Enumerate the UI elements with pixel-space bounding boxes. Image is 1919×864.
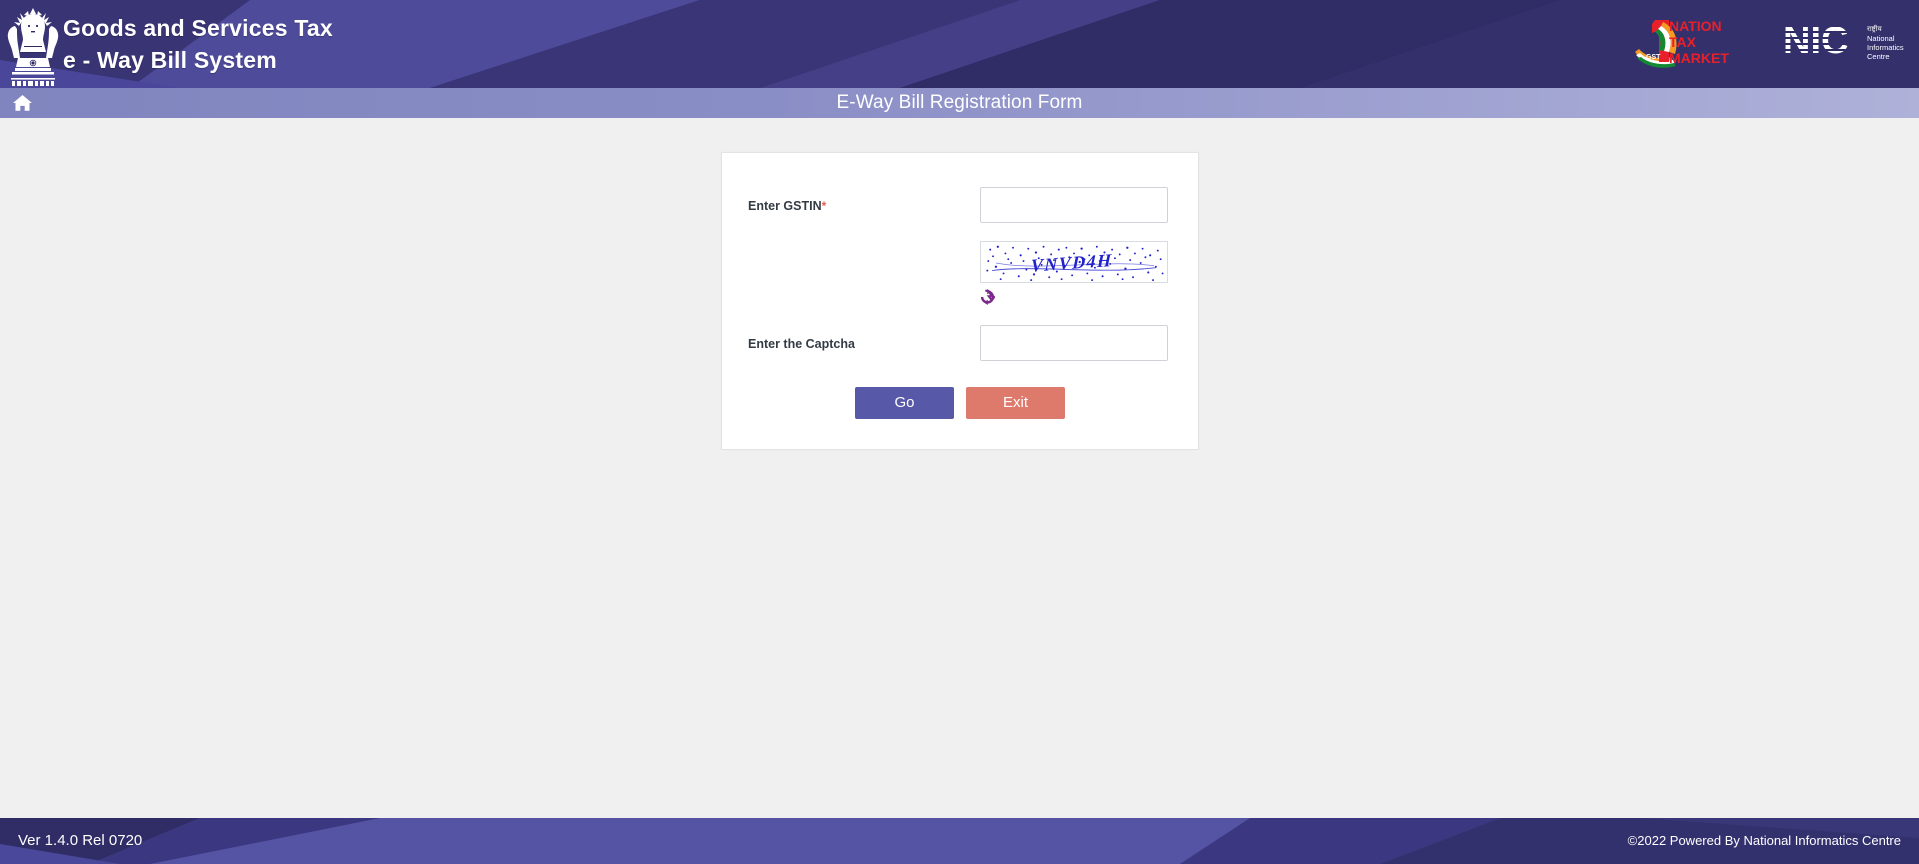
gstin-row: Enter GSTIN*: [722, 153, 1198, 223]
copyright-label: ©2022 Powered By National Informatics Ce…: [1627, 833, 1901, 848]
captcha-wrap: VNVD4H: [980, 241, 1172, 307]
gst-one-nation-one-tax-one-market-logo: GST NATION TAX MARKET: [1635, 18, 1729, 68]
app-header: Goods and Services Tax e - Way Bill Syst…: [0, 0, 1919, 88]
page-root: Goods and Services Tax e - Way Bill Syst…: [0, 0, 1919, 864]
form-actions: Go Exit: [722, 361, 1198, 449]
app-footer: Ver 1.4.0 Rel 0720 ©2022 Powered By Nati…: [0, 818, 1919, 864]
page-title: Goods and Services Tax e - Way Bill Syst…: [63, 12, 333, 76]
gst-logo-line2: TAX: [1669, 34, 1697, 50]
captcha-field-wrap: [980, 325, 1172, 361]
gstin-field-wrap: [980, 187, 1172, 223]
gst-logo-line1: NATION: [1669, 18, 1722, 34]
captcha-input[interactable]: [980, 325, 1168, 361]
captcha-image-row: VNVD4H: [722, 223, 1198, 307]
captcha-input-row: Enter the Captcha: [722, 307, 1198, 361]
national-emblem-icon: [7, 8, 59, 86]
gst-logo-line3: MARKET: [1669, 50, 1729, 66]
refresh-icon: [980, 289, 995, 305]
header-logos: GST NATION TAX MARKET NIC: [1633, 14, 1911, 70]
captcha-label: Enter the Captcha: [748, 337, 855, 351]
version-label: Ver 1.4.0 Rel 0720: [18, 832, 143, 849]
nic-logo-hindi: राष्ट्रीय: [1867, 24, 1883, 33]
nic-logo-line2: Informatics: [1867, 43, 1904, 52]
gstin-input[interactable]: [980, 187, 1168, 223]
home-button[interactable]: [0, 88, 44, 118]
captcha-image-spacer: [748, 241, 980, 250]
gstin-label-text: Enter GSTIN: [748, 199, 822, 213]
brand-line-2: e - Way Bill System: [63, 47, 277, 73]
gst-logo-gst-text: GST: [1646, 54, 1661, 61]
home-icon: [12, 94, 32, 111]
refresh-captcha-button[interactable]: [980, 287, 1002, 307]
main-content: Enter GSTIN* VNVD4H Enter the Captcha Go…: [0, 118, 1919, 818]
registration-form-card: Enter GSTIN* VNVD4H Enter the Captcha Go…: [721, 152, 1199, 450]
nic-logo: NIC राष्ट्रीय National Informatics: [1783, 20, 1904, 62]
navigation-bar: E-Way Bill Registration Form: [0, 88, 1919, 118]
gstin-label: Enter GSTIN*: [748, 187, 980, 216]
nic-logo-line1: National: [1867, 34, 1895, 43]
brand-line-1: Goods and Services Tax: [63, 15, 333, 41]
exit-button[interactable]: Exit: [966, 387, 1065, 419]
page-heading: E-Way Bill Registration Form: [836, 92, 1083, 113]
captcha-image: VNVD4H: [980, 241, 1168, 283]
required-marker: *: [821, 199, 827, 213]
go-button[interactable]: Go: [855, 387, 954, 419]
nic-logo-line3: Centre: [1867, 52, 1890, 61]
